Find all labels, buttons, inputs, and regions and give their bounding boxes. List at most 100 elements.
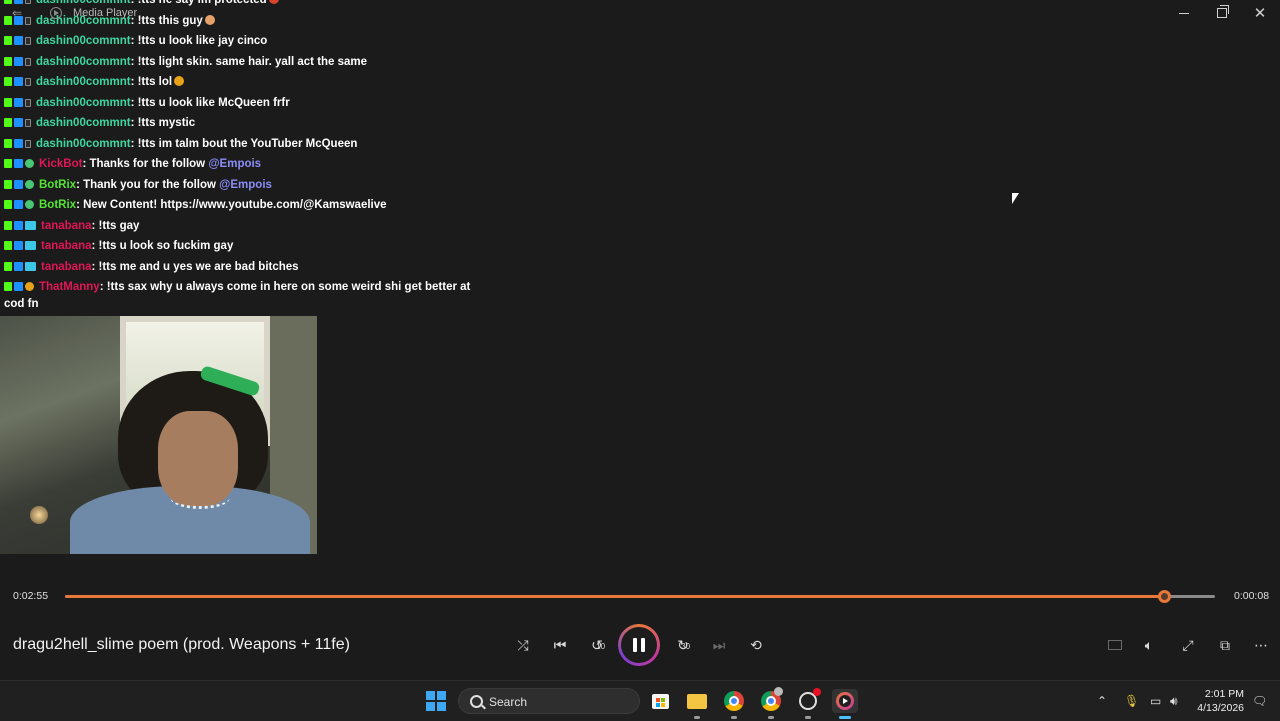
chat-message: dashin00commnt: !tts u look like jay cin… bbox=[0, 31, 480, 52]
volume-icon: 🔈︎ bbox=[1144, 636, 1154, 653]
captions-button[interactable] bbox=[1102, 632, 1128, 658]
start-button[interactable] bbox=[424, 689, 448, 713]
chat-message: dashin00commnt: !tts mystic bbox=[0, 113, 480, 134]
chevron-up-icon: ⌃ bbox=[1097, 694, 1108, 708]
remaining-time: 0:00:08 bbox=[1234, 590, 1270, 602]
miniplayer-icon: ⧉ bbox=[1220, 636, 1230, 653]
chat-username: dashin00commnt bbox=[36, 55, 131, 68]
chat-message: dashin00commnt: !tts light skin. same ha… bbox=[0, 52, 480, 73]
mouse-cursor-icon bbox=[1012, 193, 1019, 204]
fullscreen-button[interactable]: ⤢ bbox=[1175, 632, 1201, 658]
subscriber-badge-icon bbox=[25, 139, 31, 148]
notifications-button[interactable]: 🗨︎ bbox=[1252, 681, 1267, 721]
restore-button[interactable] bbox=[1203, 0, 1241, 26]
chat-message-text: : Thanks for the follow bbox=[82, 158, 209, 170]
microphone-icon: 🎙︎ bbox=[1124, 694, 1140, 708]
chat-message-text: : !tts u look so fuckim gay bbox=[91, 240, 234, 252]
minimize-icon bbox=[1179, 12, 1189, 14]
kick-badge-icon bbox=[4, 159, 12, 168]
subscriber-badge-icon bbox=[25, 37, 31, 45]
streamer-necklace bbox=[170, 486, 230, 509]
kick-badge-icon bbox=[4, 200, 12, 209]
minimize-button[interactable] bbox=[1165, 0, 1203, 26]
fullscreen-icon: ⤢ bbox=[1182, 636, 1194, 653]
taskbar-search[interactable]: Search bbox=[458, 688, 640, 714]
rewind-10-button[interactable]: ↺ 10 bbox=[584, 632, 610, 658]
shuffle-button[interactable]: ⤮ bbox=[510, 632, 536, 658]
chat-message-text: : !tts light skin. same hair. yall act t… bbox=[130, 55, 368, 68]
chat-message-text: : !tts gay bbox=[91, 219, 140, 232]
moderator-badge-icon bbox=[14, 56, 23, 66]
notification-bell-icon: 🗨︎ bbox=[1252, 694, 1268, 708]
repeat-button[interactable]: ⟲ bbox=[743, 632, 769, 658]
speaker-icon: 🔊︎ bbox=[1170, 693, 1178, 708]
kick-badge-icon bbox=[4, 261, 12, 271]
subscriber-badge-icon bbox=[25, 57, 31, 66]
chat-username: tanabana bbox=[41, 240, 92, 252]
folder-icon bbox=[687, 693, 707, 709]
chat-username: dashin00commnt bbox=[36, 35, 131, 47]
kick-badge-icon bbox=[4, 36, 12, 45]
kick-badge-icon bbox=[4, 179, 12, 189]
moderator-badge-icon bbox=[14, 282, 23, 291]
microsoft-store-button[interactable] bbox=[648, 689, 672, 713]
seek-bar[interactable] bbox=[65, 590, 1215, 603]
close-button[interactable]: ✕ bbox=[1241, 0, 1279, 26]
forward-30-button[interactable]: ↻ 30 bbox=[670, 632, 696, 658]
title-bar: ⇐ Media Player ✕ bbox=[0, 0, 1280, 28]
chat-username: dashin00commnt bbox=[36, 96, 131, 109]
media-player-taskbar-button[interactable] bbox=[832, 689, 858, 719]
chrome-profile-button[interactable] bbox=[759, 687, 783, 719]
chat-message: BotRix: Thank you for the follow @Empois bbox=[0, 175, 480, 196]
search-icon bbox=[470, 695, 483, 708]
chat-mention: @Empois bbox=[219, 178, 272, 191]
volume-tray-button[interactable]: 🔊︎ bbox=[1170, 681, 1178, 721]
file-explorer-button[interactable] bbox=[685, 689, 709, 719]
chat-username: dashin00commnt bbox=[36, 76, 131, 88]
skip-next-icon: ⏭ bbox=[712, 636, 726, 653]
clock[interactable]: 2:01 PM 4/13/2026 bbox=[1192, 687, 1244, 715]
background-lamp bbox=[30, 506, 48, 524]
chrome-button[interactable] bbox=[722, 689, 746, 719]
microphone-tray-button[interactable]: 🎙︎ bbox=[1124, 681, 1139, 721]
previous-button[interactable]: ⏮ bbox=[547, 632, 573, 658]
current-time: 0:02:55 bbox=[13, 590, 49, 602]
volume-button[interactable]: 🔈︎ bbox=[1136, 632, 1162, 658]
window-title: Media Player bbox=[73, 7, 138, 19]
skip-previous-icon: ⏮ bbox=[553, 636, 567, 653]
og-badge-icon bbox=[25, 261, 36, 271]
search-label: Search bbox=[489, 695, 528, 709]
chat-message: tanabana: !tts u look so fuckim gay bbox=[0, 236, 480, 257]
shuffle-icon: ⤮ bbox=[517, 636, 529, 653]
chat-message-text: : !tts u look like McQueen frfr bbox=[130, 96, 290, 109]
media-player-app-icon bbox=[50, 7, 62, 19]
chat-username: BotRix bbox=[39, 199, 77, 211]
kick-badge-icon bbox=[4, 56, 12, 66]
chat-message: tanabana: !tts me and u yes we are bad b… bbox=[0, 257, 480, 278]
kick-badge-icon bbox=[4, 97, 12, 107]
seek-thumb[interactable] bbox=[1158, 590, 1172, 603]
pause-icon bbox=[621, 627, 657, 663]
network-icon: ▭ bbox=[1150, 694, 1162, 708]
pause-button[interactable] bbox=[618, 624, 660, 666]
miniplayer-button[interactable]: ⧉ bbox=[1212, 632, 1238, 658]
moderator-badge-icon bbox=[14, 138, 23, 148]
network-tray-button[interactable]: ▭ bbox=[1150, 681, 1161, 721]
og-badge-icon bbox=[25, 220, 36, 230]
moderator-badge-icon bbox=[14, 159, 23, 168]
gifter-badge-icon bbox=[25, 282, 34, 291]
chat-message: dashin00commnt: !tts u look like McQueen… bbox=[0, 93, 480, 114]
captions-icon bbox=[1108, 640, 1122, 650]
rewind-seconds: 10 bbox=[596, 641, 606, 651]
next-button[interactable]: ⏭ bbox=[706, 632, 732, 658]
og-badge-icon bbox=[25, 241, 36, 250]
kick-badge-icon bbox=[4, 282, 12, 291]
obs-button[interactable] bbox=[796, 688, 821, 719]
back-icon[interactable]: ⇐ bbox=[12, 6, 26, 20]
kick-badge-icon bbox=[4, 118, 12, 127]
chat-message: dashin00commnt: !tts lol bbox=[0, 72, 480, 93]
show-hidden-icons-button[interactable]: ⌃ bbox=[1097, 681, 1107, 721]
chat-username: dashin00commnt bbox=[36, 137, 131, 150]
more-options-button[interactable]: ⋯ bbox=[1248, 632, 1274, 658]
subscriber-badge-icon bbox=[25, 78, 31, 86]
